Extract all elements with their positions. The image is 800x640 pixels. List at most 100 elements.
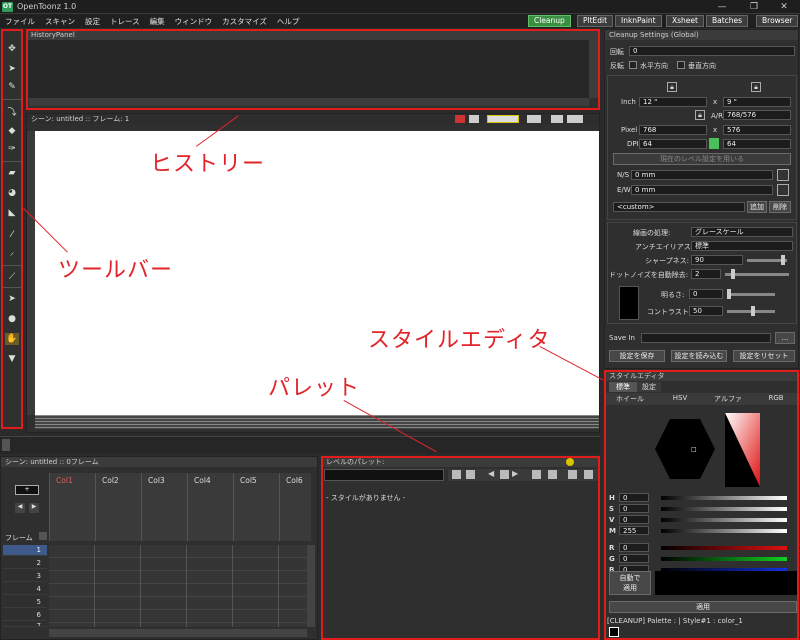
view-mode-icon[interactable] <box>567 115 583 123</box>
frame-row[interactable]: 3 <box>3 571 47 582</box>
ew-offset-field[interactable]: 0 mm <box>631 185 773 195</box>
flip-v-label: 垂直方向 <box>688 62 716 70</box>
prev-key-icon[interactable]: ◀ <box>15 503 25 513</box>
toolbar-highlight <box>1 29 23 429</box>
lock-height-icon[interactable]: 🔒︎ <box>751 82 761 92</box>
reset-settings-button[interactable]: 設定をリセット <box>733 350 795 362</box>
load-settings-button[interactable]: 設定を読み込む <box>671 350 727 362</box>
column-header-col2[interactable]: Col2 <box>95 473 141 541</box>
preset-select[interactable]: <custom> <box>613 202 745 212</box>
menu-help[interactable]: ヘルプ <box>272 14 305 29</box>
column-header-col3[interactable]: Col3 <box>141 473 187 541</box>
pixel-height-field[interactable]: 576 <box>723 125 791 135</box>
use-level-settings-button[interactable]: 現在のレベル設定を用いる <box>613 153 791 165</box>
app-logo-icon: OT <box>2 2 13 12</box>
contrast-slider-handle[interactable] <box>751 306 755 316</box>
xsheet-vscroll[interactable] <box>307 545 315 627</box>
minimize-icon[interactable]: — <box>708 1 736 13</box>
preview-toggle-icon[interactable] <box>469 115 479 123</box>
menu-scan[interactable]: スキャン <box>40 14 80 29</box>
frame-dropdown-icon[interactable] <box>39 532 47 540</box>
sharpness-slider-handle[interactable] <box>781 255 785 265</box>
frame-row[interactable]: 6 <box>3 610 47 621</box>
room-tab-inknpaint[interactable]: InknPaint <box>615 15 662 27</box>
lock-ar-icon[interactable]: 🔒︎ <box>695 110 705 120</box>
menu-settings[interactable]: 設定 <box>80 14 105 29</box>
brightness-label: 明るさ: <box>661 291 685 299</box>
menu-customize[interactable]: カスタマイズ <box>217 14 272 29</box>
viewer-bottom-bar <box>0 436 600 454</box>
style-editor-highlight <box>604 370 799 640</box>
ns-lock-icon[interactable] <box>777 169 789 181</box>
save-settings-button[interactable]: 設定を保存 <box>609 350 665 362</box>
antialias-label: アンチエイリアス: <box>635 243 694 251</box>
save-in-field[interactable] <box>641 333 771 343</box>
width-field[interactable]: 12 " <box>639 97 707 107</box>
column-header-col6[interactable]: Col6 <box>279 473 311 541</box>
brightness-field[interactable]: 0 <box>689 289 723 299</box>
lock-width-icon[interactable]: 🔒︎ <box>667 82 677 92</box>
room-tab-cleanup[interactable]: Cleanup <box>528 15 571 27</box>
sharpness-field[interactable]: 90 <box>691 255 743 265</box>
brightness-slider[interactable] <box>727 293 775 296</box>
antialias-select[interactable]: 標準 <box>691 241 793 251</box>
frame-row[interactable]: 4 <box>3 584 47 595</box>
delete-preset-button[interactable]: 削除 <box>769 201 791 213</box>
dpi-y-field[interactable]: 64 <box>723 139 791 149</box>
xsheet-title: シーン: untitled :: 0フレーム <box>1 457 317 467</box>
noise-field[interactable]: 2 <box>691 269 721 279</box>
contrast-label: コントラスト: <box>647 308 692 316</box>
preview-swatch <box>619 286 639 320</box>
room-tab-batches[interactable]: Batches <box>706 15 749 27</box>
next-key-icon[interactable]: ▶ <box>29 503 39 513</box>
compare-icon[interactable] <box>551 115 563 123</box>
menu-trace[interactable]: トレース <box>105 14 145 29</box>
camera-column-icon[interactable]: + <box>15 485 39 495</box>
column-header-col4[interactable]: Col4 <box>187 473 233 541</box>
room-tab-xsheet[interactable]: Xsheet <box>666 15 704 27</box>
frame-row[interactable]: 5 <box>3 597 47 608</box>
palette-callout: パレット <box>268 376 361 401</box>
ns-offset-field[interactable]: 0 mm <box>631 170 773 180</box>
pixel-label: Pixel <box>621 126 638 134</box>
room-tab-browser[interactable]: Browser <box>756 15 799 27</box>
menu-window[interactable]: ウィンドウ <box>170 14 218 29</box>
frame-row[interactable]: 1 <box>3 545 47 556</box>
line-processing-select[interactable]: グレースケール <box>691 227 793 237</box>
viewer-frame-strip <box>35 415 599 429</box>
frame-row[interactable]: 2 <box>3 558 47 569</box>
rotate-select[interactable]: 0 <box>629 46 795 56</box>
brightness-slider-handle[interactable] <box>727 289 731 299</box>
flip-v-checkbox[interactable] <box>677 61 685 69</box>
menu-bar: ファイル スキャン 設定 トレース 編集 ウィンドウ カスタマイズ ヘルプ Cleanup P… <box>0 14 800 28</box>
menu-edit[interactable]: 編集 <box>145 14 170 29</box>
flip-h-label: 水平方向 <box>640 62 668 70</box>
noise-slider-handle[interactable] <box>731 269 735 279</box>
column-header-col1[interactable]: Col1 <box>49 473 95 541</box>
ew-lock-icon[interactable] <box>777 184 789 196</box>
height-field[interactable]: 9 " <box>723 97 791 107</box>
menu-file[interactable]: ファイル <box>0 14 40 29</box>
maximize-icon[interactable]: ❐ <box>740 1 768 13</box>
xsheet-cells[interactable] <box>49 545 307 627</box>
frame-row[interactable]: 7 <box>3 621 47 627</box>
browse-button[interactable]: ... <box>775 332 795 344</box>
frame-slider-handle[interactable] <box>2 439 10 451</box>
pixel-width-field[interactable]: 768 <box>639 125 707 135</box>
add-preset-button[interactable]: 追加 <box>747 201 767 213</box>
room-tab-pltedit[interactable]: PltEdit <box>577 15 614 27</box>
freeze-icon[interactable] <box>527 115 541 123</box>
contrast-field[interactable]: 50 <box>689 306 723 316</box>
flip-h-checkbox[interactable] <box>629 61 637 69</box>
column-header-col5[interactable]: Col5 <box>233 473 279 541</box>
close-icon[interactable]: ✕ <box>770 1 798 13</box>
dpi-link-icon[interactable] <box>709 138 719 149</box>
toolbar-callout: ツールバー <box>58 258 174 283</box>
sub-camera-icon[interactable] <box>487 115 519 123</box>
ar-field[interactable]: 768/576 <box>723 110 791 120</box>
dpi-x-field[interactable]: 64 <box>639 139 707 149</box>
ar-label: A/R <box>711 112 724 120</box>
xsheet-hscroll[interactable] <box>49 629 307 637</box>
camera-stand-icon[interactable] <box>455 115 465 123</box>
xsheet-panel: シーン: untitled :: 0フレーム + ◀ ▶ Col1 Col2 C… <box>0 456 318 640</box>
